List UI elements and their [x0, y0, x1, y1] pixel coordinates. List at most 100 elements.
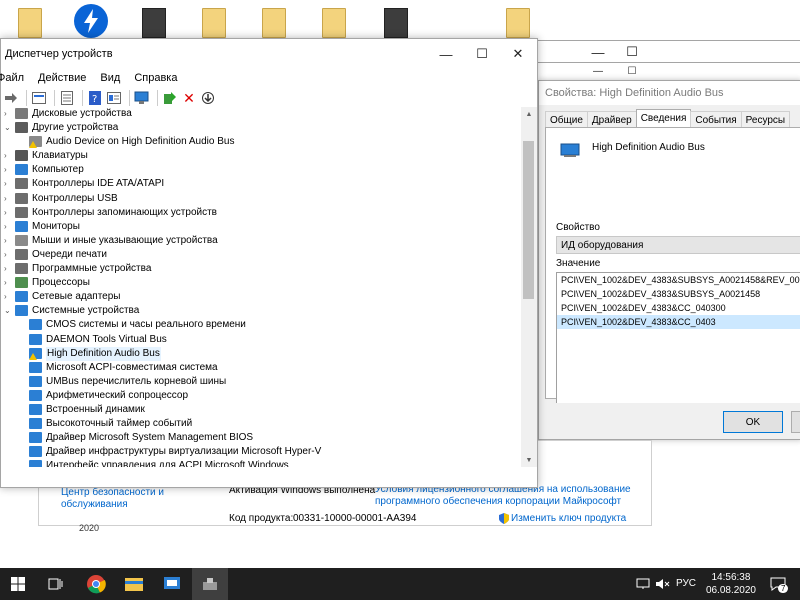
control-panel-icon[interactable]: [154, 568, 190, 600]
chevron-right-icon[interactable]: ›: [4, 290, 12, 304]
value-list[interactable]: PCI\VEN_1002&DEV_4383&SUBSYS_A0021458&RE…: [556, 272, 800, 403]
chevron-right-icon[interactable]: ›: [4, 276, 12, 290]
tree-device[interactable]: DAEMON Tools Virtual Bus: [1, 333, 521, 347]
maximize-icon[interactable]: ☐: [615, 41, 649, 63]
device-manager-titlebar[interactable]: Диспетчер устройств — ☐ ✕: [1, 39, 537, 69]
device-manager-taskbar-icon[interactable]: [192, 568, 228, 600]
scroll-down-icon[interactable]: ▼: [521, 453, 537, 467]
tree-device[interactable]: Встроенный динамик: [1, 403, 521, 417]
tree-category[interactable]: › Контроллеры IDE ATA/ATAPI: [1, 177, 521, 191]
volume-muted-icon[interactable]: [652, 568, 674, 600]
tree-category[interactable]: › Контроллеры USB: [1, 192, 521, 206]
tree-device[interactable]: CMOS системы и часы реального времени: [1, 318, 521, 332]
minimize-icon[interactable]: —: [581, 63, 615, 79]
maximize-icon[interactable]: ☐: [465, 39, 499, 69]
security-center-link[interactable]: Центр безопасности и обслуживания: [61, 487, 181, 511]
scroll-up-icon[interactable]: ▲: [521, 107, 537, 121]
chevron-right-icon[interactable]: ›: [4, 107, 12, 121]
tree-category[interactable]: › Мыши и иные указывающие устройства: [1, 234, 521, 248]
input-language[interactable]: РУС: [676, 578, 696, 589]
monitor-icon: [15, 220, 28, 232]
tree-device[interactable]: High Definition Audio Bus: [1, 346, 521, 361]
folder-icon[interactable]: [18, 8, 42, 38]
start-windows-icon[interactable]: [0, 568, 36, 600]
forward-icon[interactable]: [3, 90, 19, 106]
chrome-icon[interactable]: [78, 568, 114, 600]
tree-device[interactable]: Интерфейс управления для ACPI Microsoft …: [1, 459, 521, 467]
cancel-button[interactable]: [791, 411, 800, 433]
property-select[interactable]: ИД оборудования: [556, 236, 800, 254]
list-item[interactable]: PCI\VEN_1002&DEV_4383&CC_0403: [557, 315, 800, 329]
download-icon[interactable]: [200, 90, 216, 106]
menu-file[interactable]: Файл: [0, 72, 24, 84]
list-item[interactable]: PCI\VEN_1002&DEV_4383&SUBSYS_A0021458&RE…: [557, 273, 800, 287]
help-icon[interactable]: ?: [87, 90, 103, 106]
menu-action[interactable]: Действие: [38, 72, 86, 84]
folder-icon[interactable]: [322, 8, 346, 38]
tree-category[interactable]: ⌄ Другие устройства: [1, 121, 521, 135]
tree-device[interactable]: UMBus перечислитель корневой шины: [1, 375, 521, 389]
chevron-right-icon[interactable]: ›: [4, 206, 12, 220]
file-explorer-icon[interactable]: [116, 568, 152, 600]
chevron-right-icon[interactable]: ›: [4, 163, 12, 177]
chevron-right-icon[interactable]: ›: [4, 149, 12, 163]
chevron-right-icon[interactable]: ›: [4, 262, 12, 276]
ok-button[interactable]: OK: [723, 411, 783, 433]
tree-category[interactable]: › Процессоры: [1, 276, 521, 290]
device-list-icon[interactable]: [59, 90, 75, 106]
chevron-right-icon[interactable]: ›: [4, 192, 12, 206]
mouse-icon: [15, 234, 28, 246]
tree-device[interactable]: Арифметический сопроцессор: [1, 389, 521, 403]
tree-device[interactable]: Драйвер Microsoft System Management BIOS: [1, 431, 521, 445]
tree-category[interactable]: › Мониторы: [1, 220, 521, 234]
chevron-right-icon[interactable]: ›: [4, 220, 12, 234]
tree-device[interactable]: Microsoft ACPI-совместимая система: [1, 361, 521, 375]
tree-item-label: Мониторы: [32, 220, 80, 232]
menu-help[interactable]: Справка: [134, 72, 177, 84]
archive-icon[interactable]: [384, 8, 408, 38]
daemon-tools-icon[interactable]: [74, 4, 108, 38]
minimize-icon[interactable]: —: [581, 41, 615, 63]
tree-category[interactable]: › Контроллеры запоминающих устройств: [1, 206, 521, 220]
scan-hardware-icon[interactable]: [134, 90, 150, 106]
menu-view[interactable]: Вид: [100, 72, 120, 84]
close-icon[interactable]: ✕: [501, 39, 535, 69]
uninstall-icon[interactable]: ✕: [181, 90, 197, 106]
tree-device[interactable]: Высокоточный таймер событий: [1, 417, 521, 431]
task-view-icon[interactable]: [38, 568, 74, 600]
tree-category[interactable]: ⌄ Системные устройства: [1, 304, 521, 318]
tree-category[interactable]: › Компьютер: [1, 163, 521, 177]
maximize-icon[interactable]: ☐: [615, 63, 649, 79]
chevron-down-icon[interactable]: ⌄: [4, 121, 12, 135]
folder-icon[interactable]: [506, 8, 530, 38]
vertical-scrollbar[interactable]: ▲ ▼: [521, 107, 537, 467]
list-item[interactable]: PCI\VEN_1002&DEV_4383&SUBSYS_A0021458: [557, 287, 800, 301]
archive-icon[interactable]: [142, 8, 166, 38]
folder-icon[interactable]: [202, 8, 226, 38]
tree-category[interactable]: › Программные устройства: [1, 262, 521, 276]
tree-category[interactable]: › Очереди печати: [1, 248, 521, 262]
chevron-right-icon[interactable]: ›: [4, 177, 12, 191]
tree-device[interactable]: Драйвер инфраструктуры виртуализации Mic…: [1, 445, 521, 459]
change-product-key-link[interactable]: Изменить ключ продукта: [511, 513, 626, 524]
chevron-down-icon[interactable]: ⌄: [4, 304, 12, 318]
scrollbar-thumb[interactable]: [523, 141, 534, 299]
network-icon[interactable]: [632, 568, 654, 600]
system-clock[interactable]: 14:56:38 06.08.2020: [706, 571, 756, 597]
properties-view-icon[interactable]: [31, 90, 47, 106]
minimize-icon[interactable]: —: [429, 39, 463, 69]
system-device-icon: [29, 361, 42, 373]
folder-icon[interactable]: [262, 8, 286, 38]
chevron-right-icon[interactable]: ›: [4, 234, 12, 248]
tree-category[interactable]: › Дисковые устройства: [1, 107, 521, 121]
tree-category[interactable]: › Клавиатуры: [1, 149, 521, 163]
tree-device[interactable]: Audio Device on High Definition Audio Bu…: [1, 135, 521, 149]
details-view-icon[interactable]: [106, 90, 122, 106]
tree-item-label: Интерфейс управления для ACPI Microsoft …: [46, 460, 289, 467]
properties-titlebar[interactable]: Свойства: High Definition Audio Bus: [539, 81, 800, 105]
list-item[interactable]: PCI\VEN_1002&DEV_4383&CC_040300: [557, 301, 800, 315]
tree-category[interactable]: › Сетевые адаптеры: [1, 290, 521, 304]
update-driver-icon[interactable]: [162, 90, 178, 106]
chevron-right-icon[interactable]: ›: [4, 248, 12, 262]
notification-center-icon[interactable]: 7: [764, 568, 792, 600]
